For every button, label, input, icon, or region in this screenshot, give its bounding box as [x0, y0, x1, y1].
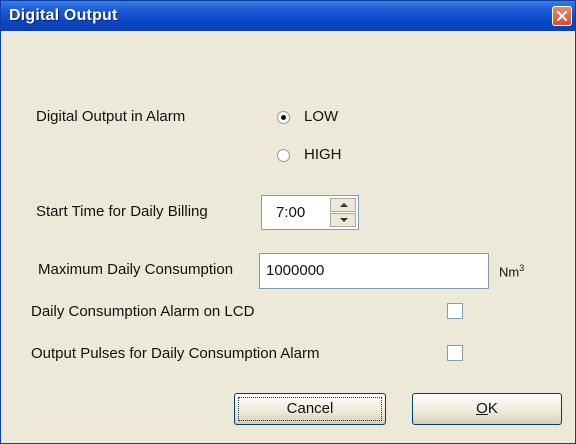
billing-time-value[interactable]: 7:00	[276, 204, 305, 221]
ok-mnemonic: O	[476, 400, 488, 417]
billing-label: Start Time for Daily Billing	[36, 203, 208, 220]
ok-button-label: K	[487, 400, 498, 417]
max-consumption-input[interactable]: 1000000	[259, 253, 489, 289]
pulses-alarm-checkbox[interactable]	[447, 345, 463, 361]
radio-low[interactable]	[277, 111, 290, 124]
arrow-down-icon	[340, 218, 348, 222]
max-consumption-value[interactable]: 1000000	[266, 262, 324, 279]
pulses-alarm-label: Output Pulses for Daily Consumption Alar…	[31, 345, 320, 362]
arrow-up-icon	[340, 203, 348, 207]
focus-rectangle	[238, 397, 382, 421]
cancel-button[interactable]: Cancel	[234, 393, 386, 425]
ok-button[interactable]: OK	[412, 393, 562, 425]
window-title: Digital Output	[9, 7, 118, 24]
unit-text: Nm	[499, 264, 520, 280]
spin-up-button[interactable]	[330, 198, 356, 212]
lcd-alarm-label: Daily Consumption Alarm on LCD	[31, 303, 255, 320]
unit-label: Nm3	[499, 263, 524, 279]
radio-high[interactable]	[277, 149, 290, 162]
unit-superscript: 3	[519, 263, 525, 273]
lcd-alarm-checkbox[interactable]	[447, 303, 463, 319]
alarm-label: Digital Output in Alarm	[36, 108, 186, 125]
radio-selected-dot	[281, 115, 286, 120]
max-consumption-label: Maximum Daily Consumption	[38, 261, 234, 278]
dialog-body: Digital Output in Alarm LOW HIGH Start T…	[1, 31, 575, 443]
radio-low-label[interactable]: LOW	[304, 108, 338, 125]
digital-output-dialog: Digital Output Digital Output in Alarm L…	[0, 0, 576, 444]
close-button[interactable]	[552, 6, 572, 26]
billing-time-spinner[interactable]: 7:00	[261, 195, 359, 230]
spin-down-button[interactable]	[330, 213, 356, 227]
title-bar[interactable]: Digital Output	[1, 1, 575, 31]
radio-high-label[interactable]: HIGH	[304, 146, 342, 163]
close-icon	[557, 11, 567, 21]
